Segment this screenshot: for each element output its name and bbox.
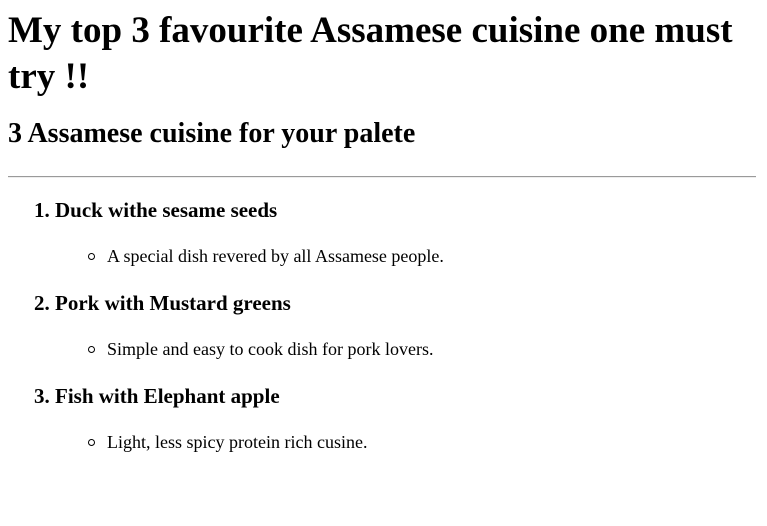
dish-number: 3.: [34, 384, 50, 408]
circle-bullet-icon: [88, 439, 95, 446]
dish-name: Fish with Elephant apple: [55, 384, 280, 408]
dish-name: Pork with Mustard greens: [55, 291, 291, 315]
circle-bullet-icon: [88, 253, 95, 260]
dish-item: 2. Pork with Mustard greens Simple and e…: [34, 290, 759, 360]
dish-name: Duck withe sesame seeds: [55, 198, 278, 222]
dish-title: 2. Pork with Mustard greens: [34, 290, 759, 316]
dish-description-list: A special dish revered by all Assamese p…: [34, 245, 759, 267]
dish-title: 3. Fish with Elephant apple: [34, 383, 759, 409]
dish-description-list: Simple and easy to cook dish for pork lo…: [34, 338, 759, 360]
dish-description-list: Light, less spicy protein rich cusine.: [34, 431, 759, 453]
dish-title: 1. Duck withe sesame seeds: [34, 197, 759, 223]
divider: [8, 176, 756, 178]
dish-description: Light, less spicy protein rich cusine.: [88, 431, 759, 453]
dish-description-text: Light, less spicy protein rich cusine.: [107, 432, 368, 452]
dish-description-text: A special dish revered by all Assamese p…: [107, 246, 444, 266]
dish-number: 2.: [34, 291, 50, 315]
circle-bullet-icon: [88, 346, 95, 353]
dish-item: 1. Duck withe sesame seeds A special dis…: [34, 197, 759, 267]
dish-description-text: Simple and easy to cook dish for pork lo…: [107, 339, 434, 359]
page-content: My top 3 favourite Assamese cuisine one …: [0, 8, 767, 453]
dish-item: 3. Fish with Elephant apple Light, less …: [34, 383, 759, 453]
page-title: My top 3 favourite Assamese cuisine one …: [8, 10, 733, 97]
dish-list: 1. Duck withe sesame seeds A special dis…: [8, 197, 759, 453]
page-subtitle: 3 Assamese cuisine for your palete: [8, 118, 416, 149]
dish-description: Simple and easy to cook dish for pork lo…: [88, 338, 759, 360]
dish-description: A special dish revered by all Assamese p…: [88, 245, 759, 267]
dish-number: 1.: [34, 198, 50, 222]
